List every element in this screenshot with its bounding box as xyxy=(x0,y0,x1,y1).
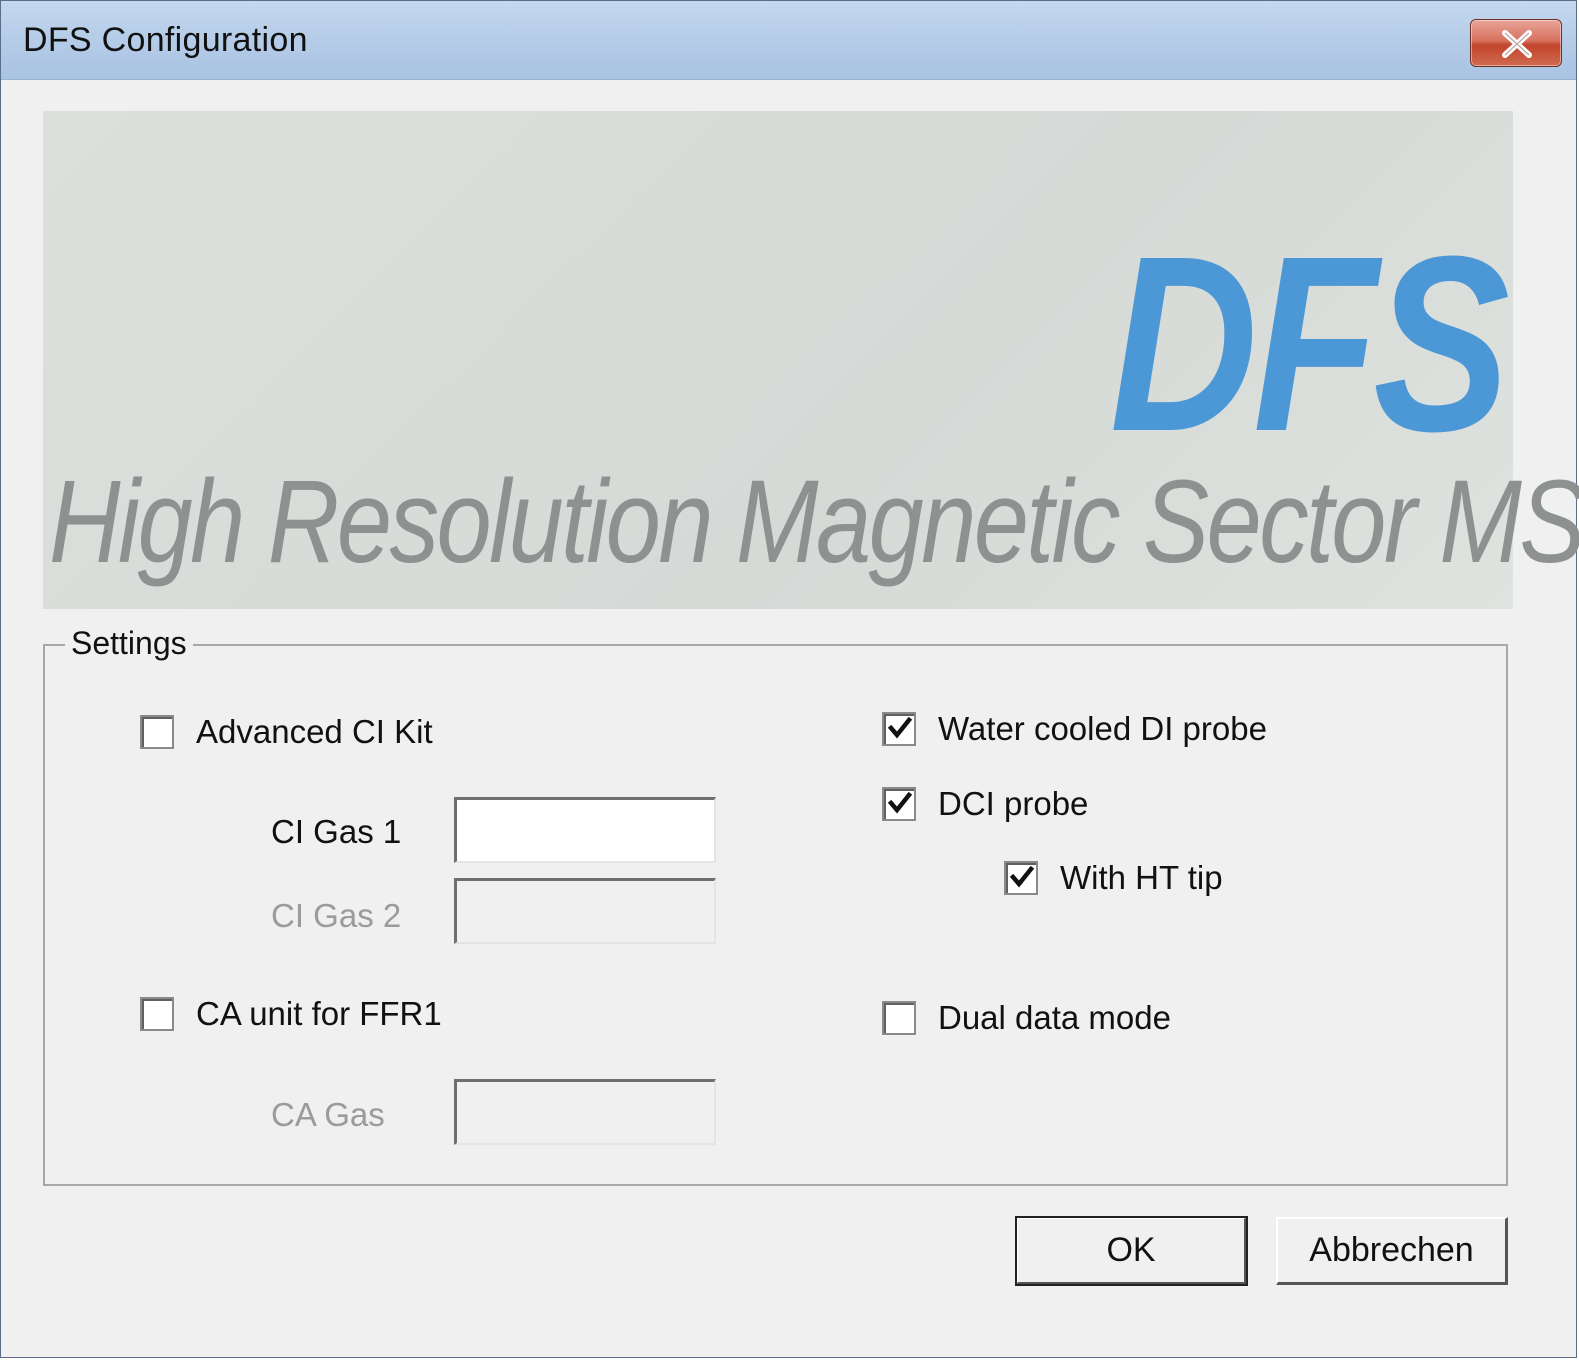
water-cooled-di-probe-option[interactable]: Water cooled DI probe xyxy=(882,707,1267,751)
close-icon xyxy=(1502,30,1532,58)
with-ht-tip-checkbox[interactable] xyxy=(1004,861,1038,895)
ci-gas-2-label: CI Gas 2 xyxy=(271,897,402,934)
dual-data-mode-label: Dual data mode xyxy=(938,999,1171,1036)
ca-gas-label: CA Gas xyxy=(271,1096,385,1133)
window-title: DFS Configuration xyxy=(23,21,308,59)
water-cooled-di-probe-checkbox[interactable] xyxy=(882,712,916,746)
checkmark-icon xyxy=(887,791,913,814)
title-bar[interactable]: DFS Configuration xyxy=(1,1,1576,80)
banner-logo: DFS xyxy=(1109,204,1510,483)
close-button[interactable] xyxy=(1470,19,1562,67)
settings-group-title: Settings xyxy=(65,625,193,662)
ci-gas-1-input[interactable] xyxy=(454,797,716,863)
advanced-ci-kit-checkbox[interactable] xyxy=(140,715,174,749)
checkmark-icon xyxy=(1009,865,1035,888)
dci-probe-option[interactable]: DCI probe xyxy=(882,782,1088,826)
dci-probe-checkbox[interactable] xyxy=(882,787,916,821)
dci-probe-label: DCI probe xyxy=(938,785,1089,822)
dual-data-mode-checkbox[interactable] xyxy=(882,1001,916,1035)
banner-tagline: High Resolution Magnetic Sector MS xyxy=(49,456,1579,588)
water-cooled-di-probe-label: Water cooled DI probe xyxy=(938,710,1267,747)
cancel-button[interactable]: Abbrechen xyxy=(1276,1217,1508,1285)
dialog-window: DFS Configuration DFS High Resolution Ma… xyxy=(0,0,1579,1358)
advanced-ci-kit-option[interactable]: Advanced CI Kit xyxy=(140,710,433,754)
with-ht-tip-option[interactable]: With HT tip xyxy=(1004,856,1223,900)
checkmark-icon xyxy=(887,716,913,739)
ca-unit-ffr1-option[interactable]: CA unit for FFR1 xyxy=(140,992,442,1036)
advanced-ci-kit-label: Advanced CI Kit xyxy=(196,713,433,750)
product-banner: DFS High Resolution Magnetic Sector MS xyxy=(43,111,1579,609)
ok-button[interactable]: OK xyxy=(1015,1216,1248,1286)
with-ht-tip-label: With HT tip xyxy=(1060,859,1223,896)
ca-unit-ffr1-checkbox[interactable] xyxy=(140,997,174,1031)
ci-gas-2-input[interactable] xyxy=(454,878,716,944)
ca-gas-input[interactable] xyxy=(454,1079,716,1145)
ca-unit-ffr1-label: CA unit for FFR1 xyxy=(196,995,442,1032)
ci-gas-1-label: CI Gas 1 xyxy=(271,813,402,850)
dual-data-mode-option[interactable]: Dual data mode xyxy=(882,996,1171,1040)
